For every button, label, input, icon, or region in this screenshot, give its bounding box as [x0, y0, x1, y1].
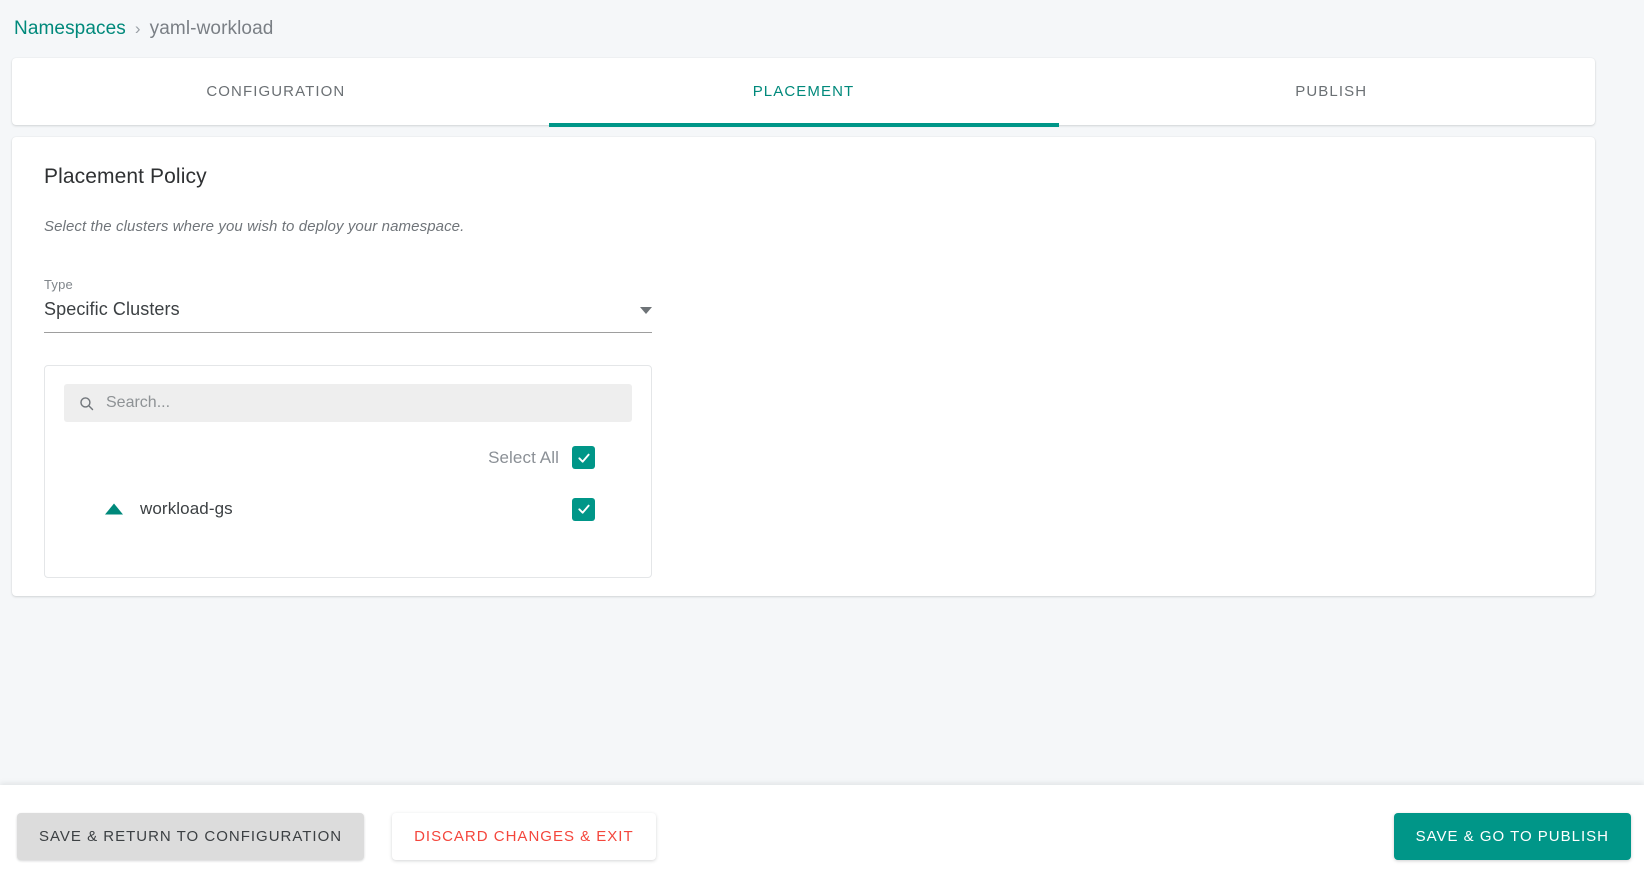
tab-placement-label: PLACEMENT — [752, 83, 855, 100]
placement-type-label: Type — [44, 277, 73, 292]
action-bar: SAVE & RETURN TO CONFIGURATION DISCARD C… — [0, 785, 1644, 888]
tab-bar: CONFIGURATION PLACEMENT PUBLISH — [12, 58, 1595, 125]
save-and-publish-button[interactable]: SAVE & GO TO PUBLISH — [1393, 813, 1631, 860]
cluster-name: workload-gs — [140, 499, 233, 518]
select-all-row: Select All — [64, 446, 632, 469]
placement-type-field: Type Specific Clusters — [44, 277, 652, 333]
check-icon — [577, 504, 590, 514]
triangle-cluster-icon — [105, 503, 123, 515]
select-all-checkbox[interactable] — [572, 446, 595, 469]
page-title: Placement Policy — [44, 165, 207, 188]
breadcrumb-link-namespaces[interactable]: Namespaces — [14, 18, 126, 40]
search-icon — [80, 396, 94, 410]
select-all-label: Select All — [488, 447, 559, 467]
check-icon — [577, 453, 590, 463]
discard-changes-button[interactable]: DISCARD CHANGES & EXIT — [392, 813, 656, 860]
cluster-search-input[interactable] — [106, 394, 618, 412]
tab-publish-label: PUBLISH — [1295, 83, 1368, 100]
breadcrumb-current: yaml-workload — [149, 18, 274, 39]
chevron-down-icon — [640, 307, 652, 314]
save-and-return-button[interactable]: SAVE & RETURN TO CONFIGURATION — [17, 813, 365, 860]
page-subtitle: Select the clusters where you wish to de… — [44, 218, 465, 235]
placement-policy-card: Placement Policy Select the clusters whe… — [12, 137, 1595, 596]
tab-configuration[interactable]: CONFIGURATION — [12, 58, 540, 125]
cluster-search-box[interactable] — [64, 384, 632, 422]
tab-configuration-label: CONFIGURATION — [206, 83, 346, 100]
placement-type-select[interactable]: Specific Clusters — [44, 299, 652, 333]
tab-publish[interactable]: PUBLISH — [1067, 58, 1595, 125]
cluster-selector-panel: Select All workload-gs — [44, 365, 652, 578]
placement-type-value: Specific Clusters — [44, 299, 180, 319]
breadcrumb: Namespaces › yaml-workload — [0, 0, 1644, 58]
list-item[interactable]: workload-gs — [64, 497, 632, 521]
cluster-checkbox[interactable] — [572, 497, 595, 521]
breadcrumb-separator-icon: › — [134, 19, 141, 38]
tab-placement[interactable]: PLACEMENT — [540, 58, 1068, 125]
